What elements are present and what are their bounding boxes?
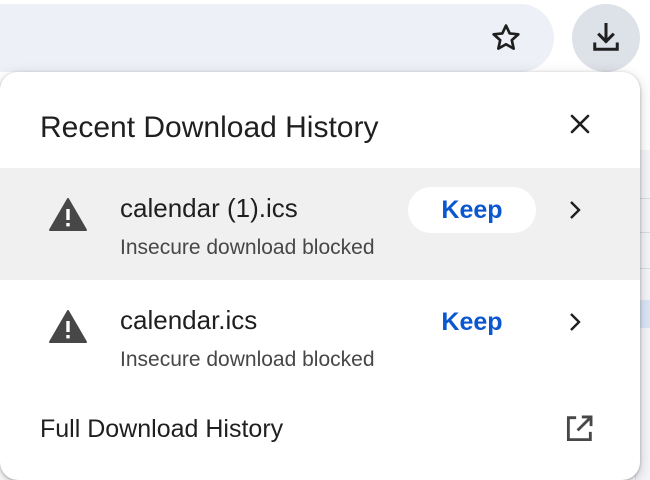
download-item[interactable]: calendar.ics Insecure download blocked K… xyxy=(0,280,640,392)
chevron-right-icon[interactable] xyxy=(560,195,590,225)
warning-icon xyxy=(49,310,87,343)
download-history-panel: Recent Download History calendar (1).ics… xyxy=(0,72,640,480)
footer-label: Full Download History xyxy=(40,415,284,443)
star-outline-icon xyxy=(492,24,520,50)
close-icon xyxy=(570,114,590,134)
warning-icon xyxy=(49,198,87,231)
keep-button[interactable]: Keep xyxy=(408,187,536,233)
downloads-button[interactable] xyxy=(572,4,640,72)
chevron-right-icon[interactable] xyxy=(560,307,590,337)
address-bar[interactable] xyxy=(0,4,554,72)
download-filename: calendar (1).ics xyxy=(120,193,298,223)
download-filename: calendar.ics xyxy=(120,305,258,335)
bookmark-button[interactable] xyxy=(486,18,526,58)
download-icon xyxy=(593,23,619,51)
download-status: Insecure download blocked xyxy=(120,236,375,259)
panel-title: Recent Download History xyxy=(40,111,379,144)
download-item[interactable]: calendar (1).ics Insecure download block… xyxy=(0,168,640,280)
open-in-new-icon xyxy=(566,415,593,442)
download-status: Insecure download blocked xyxy=(120,348,375,371)
close-button[interactable] xyxy=(561,105,599,143)
full-download-history-link[interactable]: Full Download History xyxy=(0,390,640,470)
keep-button[interactable]: Keep xyxy=(408,299,536,345)
